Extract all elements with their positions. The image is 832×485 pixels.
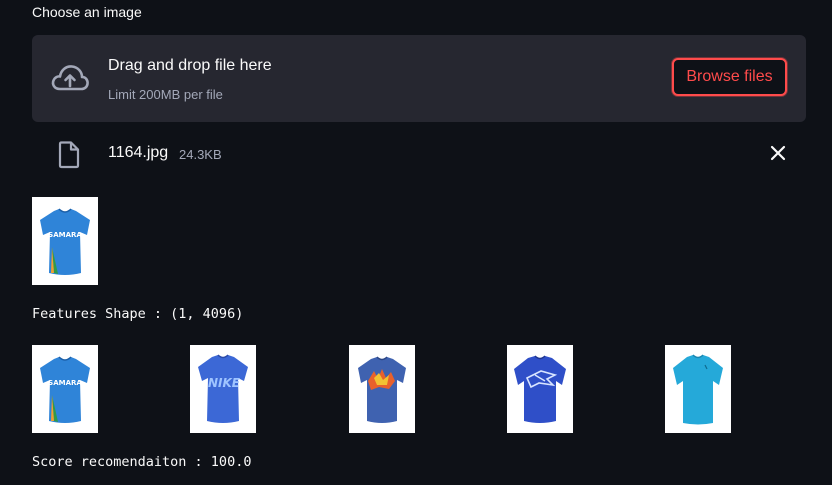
browse-files-button[interactable]: Browse files bbox=[672, 58, 787, 96]
uploaded-file-name: 1164.jpg bbox=[108, 144, 169, 161]
file-icon bbox=[58, 141, 80, 169]
jersey-text: NIKE bbox=[208, 376, 241, 390]
dropzone-limit: Limit 200MB per file bbox=[108, 87, 223, 102]
recommendation-image-4 bbox=[507, 345, 573, 433]
recommendation-image-5 bbox=[665, 345, 731, 433]
uploader-label: Choose an image bbox=[32, 4, 142, 20]
recommendation-image-3 bbox=[349, 345, 415, 433]
jersey-image: SAMARA bbox=[40, 208, 90, 275]
dropzone-title: Drag and drop file here bbox=[108, 57, 272, 74]
uploaded-file-size: 24.3KB bbox=[179, 147, 222, 162]
recommendation-image-2: NIKE bbox=[190, 345, 256, 433]
uploaded-file-row: 1164.jpg 24.3KB bbox=[32, 136, 806, 176]
score-recommendation-text: Score recomendaiton : 100.0 bbox=[32, 454, 252, 470]
recommendation-image-1: SAMARA bbox=[32, 345, 98, 433]
jersey-text: SAMARA bbox=[48, 379, 82, 387]
jersey-text: SAMARA bbox=[48, 231, 82, 239]
query-image: SAMARA bbox=[32, 197, 98, 285]
features-shape-text: Features Shape : (1, 4096) bbox=[32, 306, 244, 322]
close-icon[interactable] bbox=[769, 144, 787, 162]
upload-cloud-icon bbox=[51, 65, 89, 91]
file-dropzone[interactable]: Drag and drop file here Limit 200MB per … bbox=[32, 35, 806, 122]
